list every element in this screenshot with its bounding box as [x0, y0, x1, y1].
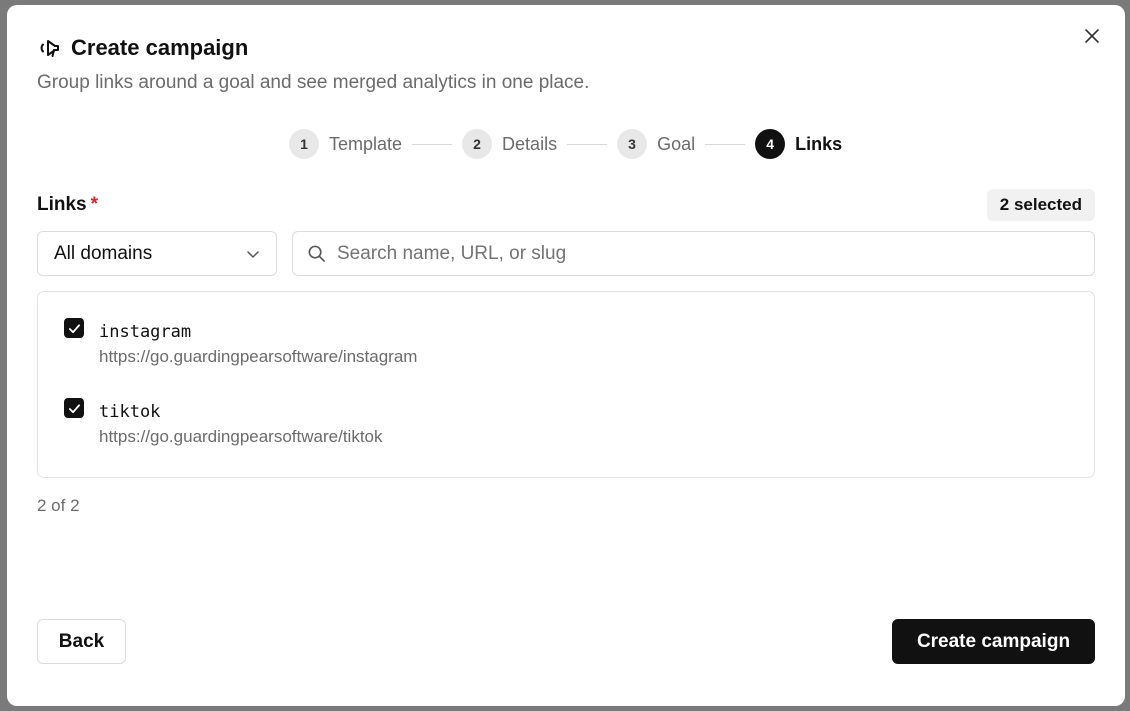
link-checkbox[interactable]: [64, 398, 84, 418]
dialog-header: Create campaign: [37, 35, 248, 61]
step-details[interactable]: 2 Details: [462, 129, 557, 159]
close-button[interactable]: [1081, 25, 1103, 47]
step-connector: [567, 143, 608, 145]
close-icon: [1085, 29, 1099, 43]
step-label: Goal: [657, 133, 696, 154]
step-label: Details: [502, 133, 558, 154]
step-connector: [705, 143, 746, 145]
link-slug: tiktok: [99, 402, 161, 422]
chevron-down-icon: [247, 250, 259, 258]
create-campaign-button[interactable]: Create campaign: [892, 619, 1095, 664]
back-button[interactable]: Back: [37, 619, 126, 664]
check-icon: [68, 403, 80, 413]
list-item[interactable]: tiktok https://go.guardingpearsoftware/t…: [38, 398, 1094, 478]
dialog-subtitle: Group links around a goal and see merged…: [37, 72, 590, 93]
search-input[interactable]: [337, 242, 1080, 265]
step-label: Template: [329, 133, 403, 154]
step-number: 3: [617, 129, 648, 159]
domain-filter-select[interactable]: All domains: [37, 231, 277, 276]
links-count: 2 of 2: [37, 496, 80, 515]
search-icon: [308, 245, 325, 262]
links-label-text: Links: [37, 194, 87, 215]
selected-count-badge: 2 selected: [986, 189, 1095, 221]
search-box[interactable]: [292, 231, 1095, 276]
step-template[interactable]: 1 Template: [289, 129, 402, 159]
list-item[interactable]: instagram https://go.guardingpearsoftwar…: [38, 318, 1094, 398]
create-campaign-dialog: Create campaign Group links around a goa…: [7, 5, 1125, 706]
step-connector: [412, 143, 453, 145]
step-number: 1: [289, 129, 319, 159]
step-links[interactable]: 4 Links: [755, 129, 842, 159]
megaphone-icon: [40, 40, 59, 57]
links-field-label: Links *: [37, 194, 98, 216]
step-goal[interactable]: 3 Goal: [617, 129, 695, 159]
check-icon: [68, 323, 80, 333]
stepper: 1 Template 2 Details 3 Goal 4 Links: [289, 129, 842, 159]
link-slug: instagram: [99, 322, 192, 342]
step-number: 4: [755, 129, 786, 159]
step-number: 2: [462, 129, 493, 159]
links-list: instagram https://go.guardingpearsoftwar…: [37, 291, 1095, 478]
domain-filter-value: All domains: [54, 242, 153, 264]
step-label: Links: [795, 133, 843, 154]
link-url: https://go.guardingpearsoftware/tiktok: [99, 427, 383, 446]
required-marker: *: [90, 194, 99, 215]
link-checkbox[interactable]: [64, 318, 84, 338]
dialog-title: Create campaign: [71, 35, 249, 60]
link-url: https://go.guardingpearsoftware/instagra…: [99, 347, 418, 366]
